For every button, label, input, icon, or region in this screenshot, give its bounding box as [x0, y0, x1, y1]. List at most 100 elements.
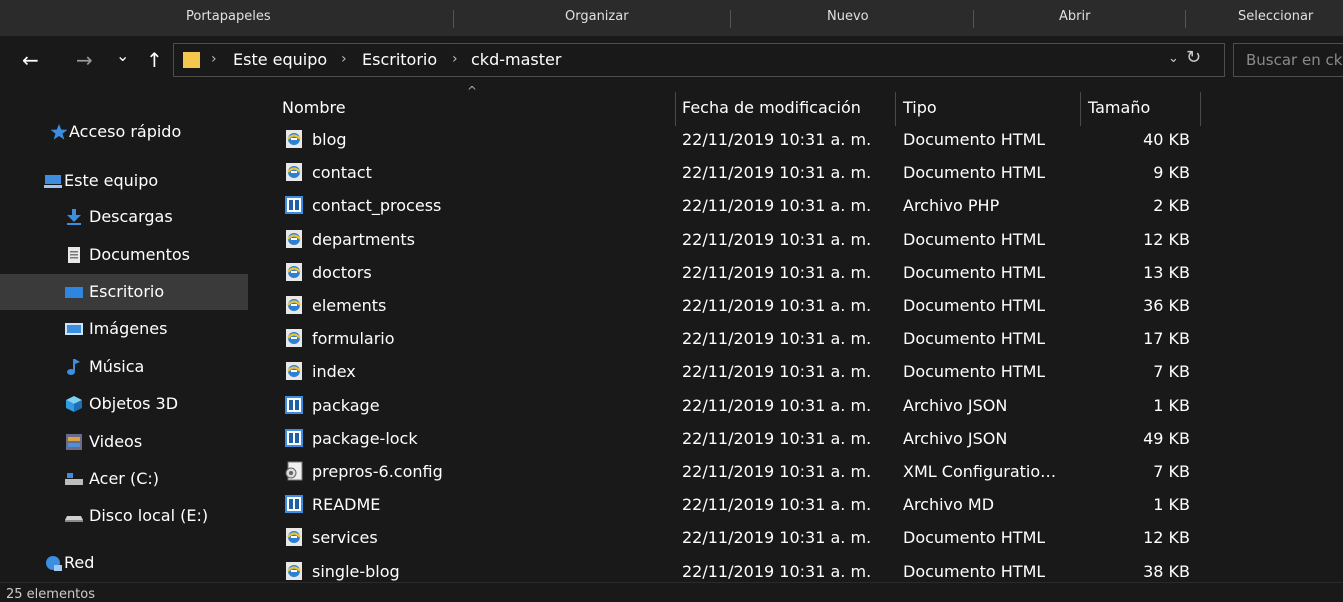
config-file-icon	[284, 461, 304, 481]
file-size: 13 KB	[1143, 262, 1190, 282]
column-header-date[interactable]: Fecha de modificación	[682, 98, 861, 117]
forward-button[interactable]: →	[76, 50, 93, 70]
sidebar-item-desktop[interactable]: Escritorio	[0, 274, 248, 310]
table-row[interactable]: prepros-6.config 22/11/2019 10:31 a. m. XM…	[278, 454, 1198, 488]
sidebar-item-pictures[interactable]: Imágenes	[0, 311, 248, 347]
file-date-modified: 22/11/2019 10:31 a. m.	[682, 528, 872, 548]
html-file-icon	[284, 527, 304, 547]
column-header-name[interactable]: Nombre	[282, 98, 346, 117]
search-box[interactable]: Buscar en ck	[1233, 43, 1343, 77]
sidebar-item-label: Imágenes	[89, 319, 168, 338]
file-type: Documento HTML	[903, 163, 1046, 183]
ribbon-group-new[interactable]: Nuevo	[827, 9, 869, 24]
music-icon	[67, 359, 80, 375]
table-row[interactable]: formulario 22/11/2019 10:31 a. m. Document…	[278, 321, 1198, 355]
ribbon-separator	[730, 10, 731, 28]
download-icon	[67, 209, 81, 225]
file-name: contact	[312, 163, 372, 183]
file-name: prepros-6.config	[312, 462, 443, 481]
file-name: contact_process	[312, 196, 442, 216]
table-row[interactable]: services 22/11/2019 10:31 a. m. Documento …	[278, 520, 1198, 554]
file-type: Documento HTML	[903, 262, 1046, 282]
file-date-modified: 22/11/2019 10:31 a. m.	[682, 229, 872, 249]
sidebar-item-label: Objetos 3D	[89, 394, 179, 413]
file-name: services	[312, 528, 378, 548]
desktop-icon	[65, 287, 83, 298]
sidebar-item-music[interactable]: Música	[0, 349, 248, 385]
table-row[interactable]: elements 22/11/2019 10:31 a. m. Documento …	[278, 288, 1198, 322]
sidebar-item-quick-access[interactable]: Acceso rápido	[0, 114, 248, 150]
sidebar-item-downloads[interactable]: Descargas	[0, 199, 248, 235]
file-size: 12 KB	[1143, 528, 1190, 548]
file-type: Archivo MD	[903, 495, 995, 515]
file-date-modified: 22/11/2019 10:31 a. m.	[682, 362, 872, 382]
file-size: 38 KB	[1143, 561, 1190, 581]
recent-locations-button[interactable]: ⌄	[116, 46, 129, 66]
file-size: 17 KB	[1143, 329, 1190, 349]
file-name: package	[312, 395, 380, 415]
image-icon	[65, 323, 83, 335]
table-row[interactable]: package-lock 22/11/2019 10:31 a. m. Archiv…	[278, 421, 1198, 455]
breadcrumb-separator-icon[interactable]: ›	[211, 51, 217, 67]
column-header-type[interactable]: Tipo	[903, 98, 937, 117]
file-date-modified: 22/11/2019 10:31 a. m.	[682, 262, 872, 282]
ribbon-group-organize[interactable]: Organizar	[565, 9, 629, 24]
file-date-modified: 22/11/2019 10:31 a. m.	[682, 130, 872, 149]
chevron-down-icon[interactable]: ⌄	[1168, 51, 1179, 66]
file-date-modified: 22/11/2019 10:31 a. m.	[682, 163, 872, 183]
sort-ascending-icon: ^	[467, 84, 478, 98]
breadcrumb-este-equipo[interactable]: Este equipo	[233, 50, 327, 69]
sidebar-item-this-pc[interactable]: Este equipo	[0, 163, 248, 199]
sidebar-item-label: Videos	[89, 432, 143, 451]
sidebar-item-network[interactable]: Red	[0, 545, 248, 581]
column-header-size[interactable]: Tamaño	[1088, 98, 1150, 117]
breadcrumb-separator-icon[interactable]: ›	[452, 51, 458, 67]
file-name: formulario	[312, 329, 395, 349]
file-name: elements	[312, 296, 387, 315]
sidebar-item-label: Este equipo	[64, 171, 159, 190]
breadcrumb-separator-icon[interactable]: ›	[341, 51, 347, 67]
table-row[interactable]: contact_process 22/11/2019 10:31 a. m. Arc…	[278, 188, 1198, 222]
address-bar[interactable]: › Este equipo › Escritorio › ckd-master …	[173, 43, 1225, 77]
ribbon-separator	[973, 10, 974, 28]
table-row[interactable]: doctors 22/11/2019 10:31 a. m. Documento H…	[278, 255, 1198, 289]
table-row[interactable]: index 22/11/2019 10:31 a. m. Documento HTM…	[278, 354, 1198, 388]
cube-icon	[66, 396, 82, 412]
file-type: Documento HTML	[903, 561, 1046, 581]
file-name: departments	[312, 229, 415, 249]
ribbon-group-open[interactable]: Abrir	[1059, 9, 1090, 24]
sidebar-item-drive-c[interactable]: Acer (C:)	[0, 461, 248, 497]
sidebar-item-drive-e[interactable]: Disco local (E:)	[0, 498, 248, 534]
table-row[interactable]: contact 22/11/2019 10:31 a. m. Documento H…	[278, 155, 1198, 189]
back-button[interactable]: ←	[22, 50, 39, 70]
column-divider[interactable]	[675, 92, 676, 126]
ribbon-group-select[interactable]: Seleccionar	[1238, 9, 1313, 24]
file-name: single-blog	[312, 561, 400, 581]
document-icon	[68, 247, 80, 263]
column-divider[interactable]	[1200, 92, 1201, 126]
file-name: index	[312, 362, 356, 382]
table-row[interactable]: README 22/11/2019 10:31 a. m. Archivo MD 1 …	[278, 487, 1198, 521]
file-type: Documento HTML	[903, 329, 1046, 349]
search-input[interactable]: Buscar en ck	[1246, 51, 1342, 69]
sidebar-item-documents[interactable]: Documentos	[0, 237, 248, 273]
sidebar-item-3d-objects[interactable]: Objetos 3D	[0, 386, 248, 422]
column-divider[interactable]	[1080, 92, 1081, 126]
sidebar-item-label: Acceso rápido	[69, 122, 182, 141]
table-row[interactable]: departments 22/11/2019 10:31 a. m. Documen…	[278, 222, 1198, 256]
table-row[interactable]: package 22/11/2019 10:31 a. m. Archivo JSO…	[278, 388, 1198, 422]
breadcrumb-escritorio[interactable]: Escritorio	[362, 50, 437, 69]
file-date-modified: 22/11/2019 10:31 a. m.	[682, 561, 872, 581]
breadcrumb-ckd-master[interactable]: ckd-master	[471, 50, 561, 69]
table-row[interactable]: blog 22/11/2019 10:31 a. m. Documento HTML…	[278, 122, 1198, 156]
refresh-icon[interactable]: ↻	[1186, 47, 1201, 68]
ribbon-group-clipboard[interactable]: Portapapeles	[186, 9, 271, 24]
computer-icon	[44, 175, 62, 188]
up-button[interactable]: ↑	[146, 50, 163, 70]
file-size: 2 KB	[1153, 196, 1190, 216]
sidebar-item-videos[interactable]: Videos	[0, 424, 248, 460]
sidebar-item-label: Documentos	[89, 245, 191, 264]
file-type: Documento HTML	[903, 528, 1046, 548]
column-divider[interactable]	[895, 92, 896, 126]
file-size: 12 KB	[1143, 229, 1190, 249]
